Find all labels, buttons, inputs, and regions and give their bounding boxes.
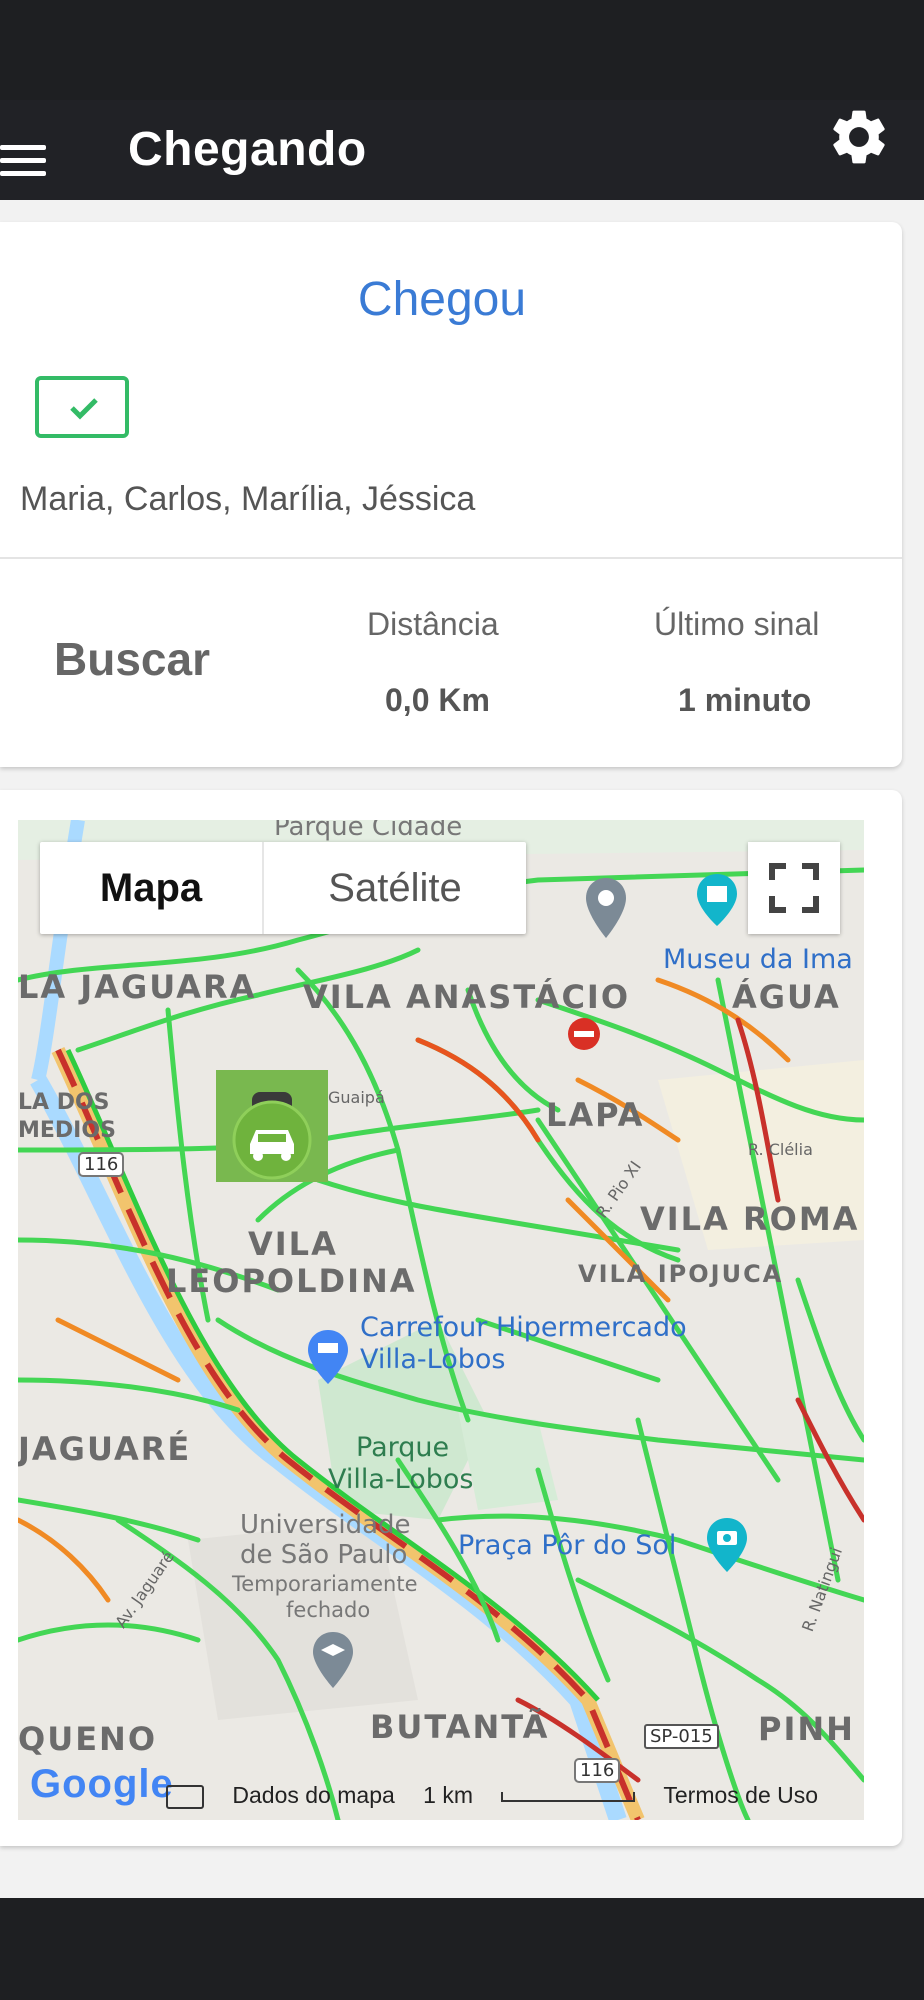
keyboard-icon[interactable] [166, 1784, 204, 1809]
map-scale: 1 km [423, 1782, 474, 1808]
fullscreen-button[interactable] [748, 842, 840, 934]
map-label: LAPA [546, 1096, 645, 1134]
gear-icon[interactable] [826, 104, 892, 170]
map-label: LA DOS [18, 1090, 110, 1115]
map-label: Villa-Lobos [328, 1464, 474, 1495]
museum-icon [697, 874, 737, 926]
hamburger-icon[interactable] [0, 122, 48, 178]
arrival-status: Chegou [357, 273, 527, 326]
map-label: R. Clélia [748, 1140, 813, 1159]
map-type-map-button[interactable]: Mapa [40, 842, 262, 934]
last-signal-label: Último sinal [654, 606, 820, 642]
distance-label: Distância [367, 606, 499, 642]
map-type-control: Mapa Satélite [40, 842, 526, 934]
highway-shield: SP-015 [644, 1724, 719, 1749]
map-label: JAGUARÉ [18, 1430, 192, 1468]
trip-status-card: Chegou Maria, Carlos, Marília, Jéssica B… [0, 222, 902, 767]
map-label: Praça Pôr do Sol [458, 1530, 677, 1561]
distance-value: 0,0 Km [385, 682, 490, 718]
map-label: PINH [758, 1710, 855, 1748]
map-label: QUENO [18, 1720, 158, 1758]
map-label: LEOPOLDINA [166, 1262, 417, 1300]
map-label: Parque Cidade [274, 820, 463, 842]
google-logo: Google [30, 1762, 174, 1806]
terms-link[interactable]: Termos de Uso [663, 1782, 818, 1808]
passenger-names: Maria, Carlos, Marília, Jéssica [20, 480, 476, 518]
map-label: Parque [356, 1432, 450, 1463]
map-label: de São Paulo [240, 1540, 408, 1570]
map-label: Villa-Lobos [360, 1344, 506, 1375]
camera-icon [707, 1518, 747, 1572]
map-data-link[interactable]: Dados do mapa [232, 1782, 394, 1808]
map-label: VILA [248, 1225, 338, 1263]
map-label: MEDIOS [18, 1118, 116, 1143]
map-label: VILA IPOJUCA [578, 1260, 784, 1288]
car-icon [232, 1092, 312, 1180]
highway-shield: 116 [78, 1152, 125, 1177]
map-label: VILA ROMA [640, 1200, 860, 1238]
map-label: Museu da Ima [663, 944, 853, 975]
map-label: Universidade [240, 1510, 411, 1540]
map-label: Temporariamente [232, 1572, 418, 1596]
map-view[interactable]: Parque Cidade LA JAGUARA VILA ANASTÁCIO … [18, 820, 864, 1820]
divider [0, 557, 902, 559]
map-type-satellite-button[interactable]: Satélite [264, 842, 526, 934]
map-card: Parque Cidade LA JAGUARA VILA ANASTÁCIO … [0, 790, 902, 1846]
shopping-cart-icon [308, 1330, 348, 1384]
highway-shield: 116 [574, 1758, 621, 1783]
last-signal-value: 1 minuto [678, 682, 812, 718]
app-bar: Chegando [0, 100, 924, 200]
search-button[interactable]: Buscar [54, 632, 210, 686]
map-footer: Dados do mapa 1 km Termos de Uso [166, 1782, 840, 1809]
system-status-bar [0, 0, 924, 100]
map-label: ÁGUA [732, 978, 841, 1016]
location-pin-icon [586, 878, 626, 938]
map-label: LA JAGUARA [18, 968, 257, 1006]
map-label: VILA ANASTÁCIO [303, 978, 631, 1016]
system-navigation-bar [0, 1898, 924, 2000]
fullscreen-icon [769, 863, 819, 913]
check-icon [35, 376, 129, 438]
page-title: Chegando [128, 123, 367, 176]
car-marker[interactable] [216, 1070, 328, 1182]
map-label: Carrefour Hipermercado [360, 1312, 687, 1343]
map-label: BUTANTÃ [370, 1708, 550, 1746]
scale-bar [501, 1791, 636, 1802]
map-label: fechado [286, 1598, 371, 1622]
graduation-cap-icon [313, 1632, 353, 1688]
map-label: Guaipá [328, 1088, 385, 1107]
no-entry-icon [568, 1018, 600, 1050]
